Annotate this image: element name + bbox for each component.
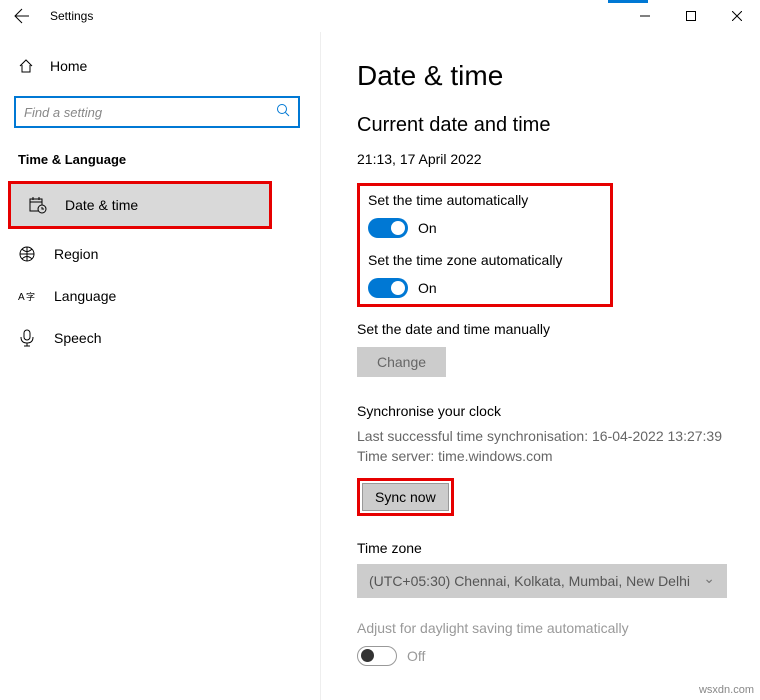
- sync-heading: Synchronise your clock: [357, 403, 724, 419]
- home-label: Home: [50, 58, 87, 74]
- sidebar-item-label: Speech: [54, 330, 101, 346]
- clock-calendar-icon: [29, 196, 47, 214]
- svg-text:A: A: [18, 292, 25, 303]
- auto-settings-block: Set the time automatically On Set the ti…: [357, 183, 613, 307]
- minimize-button[interactable]: [622, 0, 668, 32]
- sidebar-item-label: Date & time: [65, 197, 138, 213]
- watermark: wsxdn.com: [699, 684, 754, 696]
- maximize-icon: [686, 11, 696, 21]
- timezone-value: (UTC+05:30) Chennai, Kolkata, Mumbai, Ne…: [369, 573, 690, 589]
- category-heading: Time & Language: [0, 142, 320, 181]
- home-nav[interactable]: Home: [0, 46, 320, 86]
- microphone-icon: [18, 329, 36, 347]
- sidebar-item-label: Language: [54, 288, 116, 304]
- current-datetime-value: 21:13, 17 April 2022: [357, 151, 724, 167]
- sidebar-item-label: Region: [54, 246, 98, 262]
- close-icon: [732, 11, 742, 21]
- sync-server: Time server: time.windows.com: [357, 447, 724, 467]
- page-title: Date & time: [357, 60, 724, 92]
- sidebar-item-speech[interactable]: Speech: [0, 317, 320, 359]
- change-button: Change: [357, 347, 446, 377]
- auto-time-toggle[interactable]: [368, 218, 408, 238]
- arrow-left-icon: [14, 8, 30, 24]
- dst-toggle: [357, 646, 397, 666]
- language-icon: A字: [18, 287, 36, 305]
- maximize-button[interactable]: [668, 0, 714, 32]
- sidebar-item-language[interactable]: A字 Language: [0, 275, 320, 317]
- search-icon: [276, 103, 290, 122]
- sync-last: Last successful time synchronisation: 16…: [357, 427, 724, 447]
- search-input[interactable]: [24, 105, 276, 120]
- timezone-select: (UTC+05:30) Chennai, Kolkata, Mumbai, Ne…: [357, 564, 727, 598]
- window-title: Settings: [50, 9, 93, 23]
- tz-heading: Time zone: [357, 540, 724, 556]
- minimize-icon: [640, 11, 650, 21]
- titlebar: Settings: [0, 0, 760, 32]
- globe-icon: [18, 245, 36, 263]
- auto-tz-state: On: [418, 280, 437, 296]
- sidebar-item-date-time[interactable]: Date & time: [11, 184, 269, 226]
- sync-info: Last successful time synchronisation: 16…: [357, 427, 724, 466]
- home-icon: [18, 58, 34, 74]
- dst-state: Off: [407, 648, 425, 664]
- search-box[interactable]: [14, 96, 300, 128]
- back-button[interactable]: [0, 0, 44, 32]
- dst-label: Adjust for daylight saving time automati…: [357, 620, 724, 636]
- sync-now-button[interactable]: Sync now: [362, 483, 449, 511]
- sidebar: Home Time & Language Date & time Region …: [0, 32, 320, 700]
- section-current-datetime: Current date and time: [357, 114, 724, 137]
- auto-tz-label: Set the time zone automatically: [368, 252, 602, 268]
- auto-time-state: On: [418, 220, 437, 236]
- main-content: Date & time Current date and time 21:13,…: [320, 32, 760, 700]
- sidebar-item-region[interactable]: Region: [0, 233, 320, 275]
- window-controls: [622, 0, 760, 32]
- auto-tz-toggle[interactable]: [368, 278, 408, 298]
- svg-text:字: 字: [26, 291, 35, 302]
- manual-label: Set the date and time manually: [357, 321, 724, 337]
- auto-time-label: Set the time automatically: [368, 192, 602, 208]
- close-button[interactable]: [714, 0, 760, 32]
